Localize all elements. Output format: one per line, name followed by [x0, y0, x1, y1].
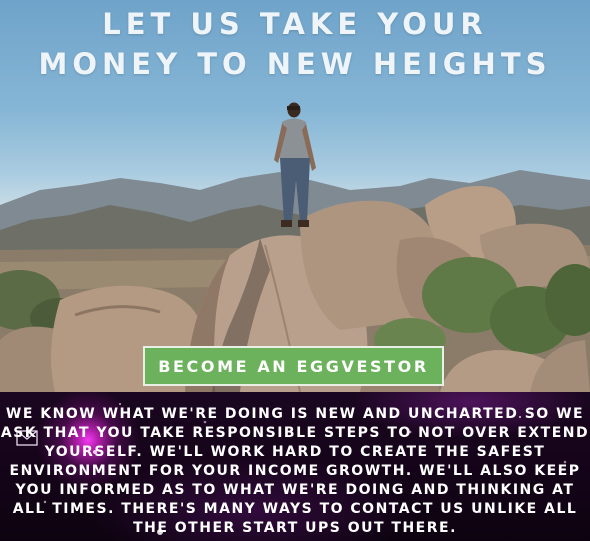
hero-section: LET US TAKE YOUR MONEY TO NEW HEIGHTS BE… — [0, 0, 590, 392]
info-paragraph: WE KNOW WHAT WE'RE DOING IS NEW AND UNCH… — [0, 406, 590, 536]
hero-headline: LET US TAKE YOUR MONEY TO NEW HEIGHTS — [0, 4, 590, 84]
info-section: WE KNOW WHAT WE'RE DOING IS NEW AND UNCH… — [0, 392, 590, 541]
headline-line-1: LET US TAKE YOUR — [102, 7, 488, 41]
become-eggvestor-button[interactable]: BECOME AN EGGVESTOR — [143, 346, 444, 386]
headline-line-2: MONEY TO NEW HEIGHTS — [38, 47, 552, 81]
